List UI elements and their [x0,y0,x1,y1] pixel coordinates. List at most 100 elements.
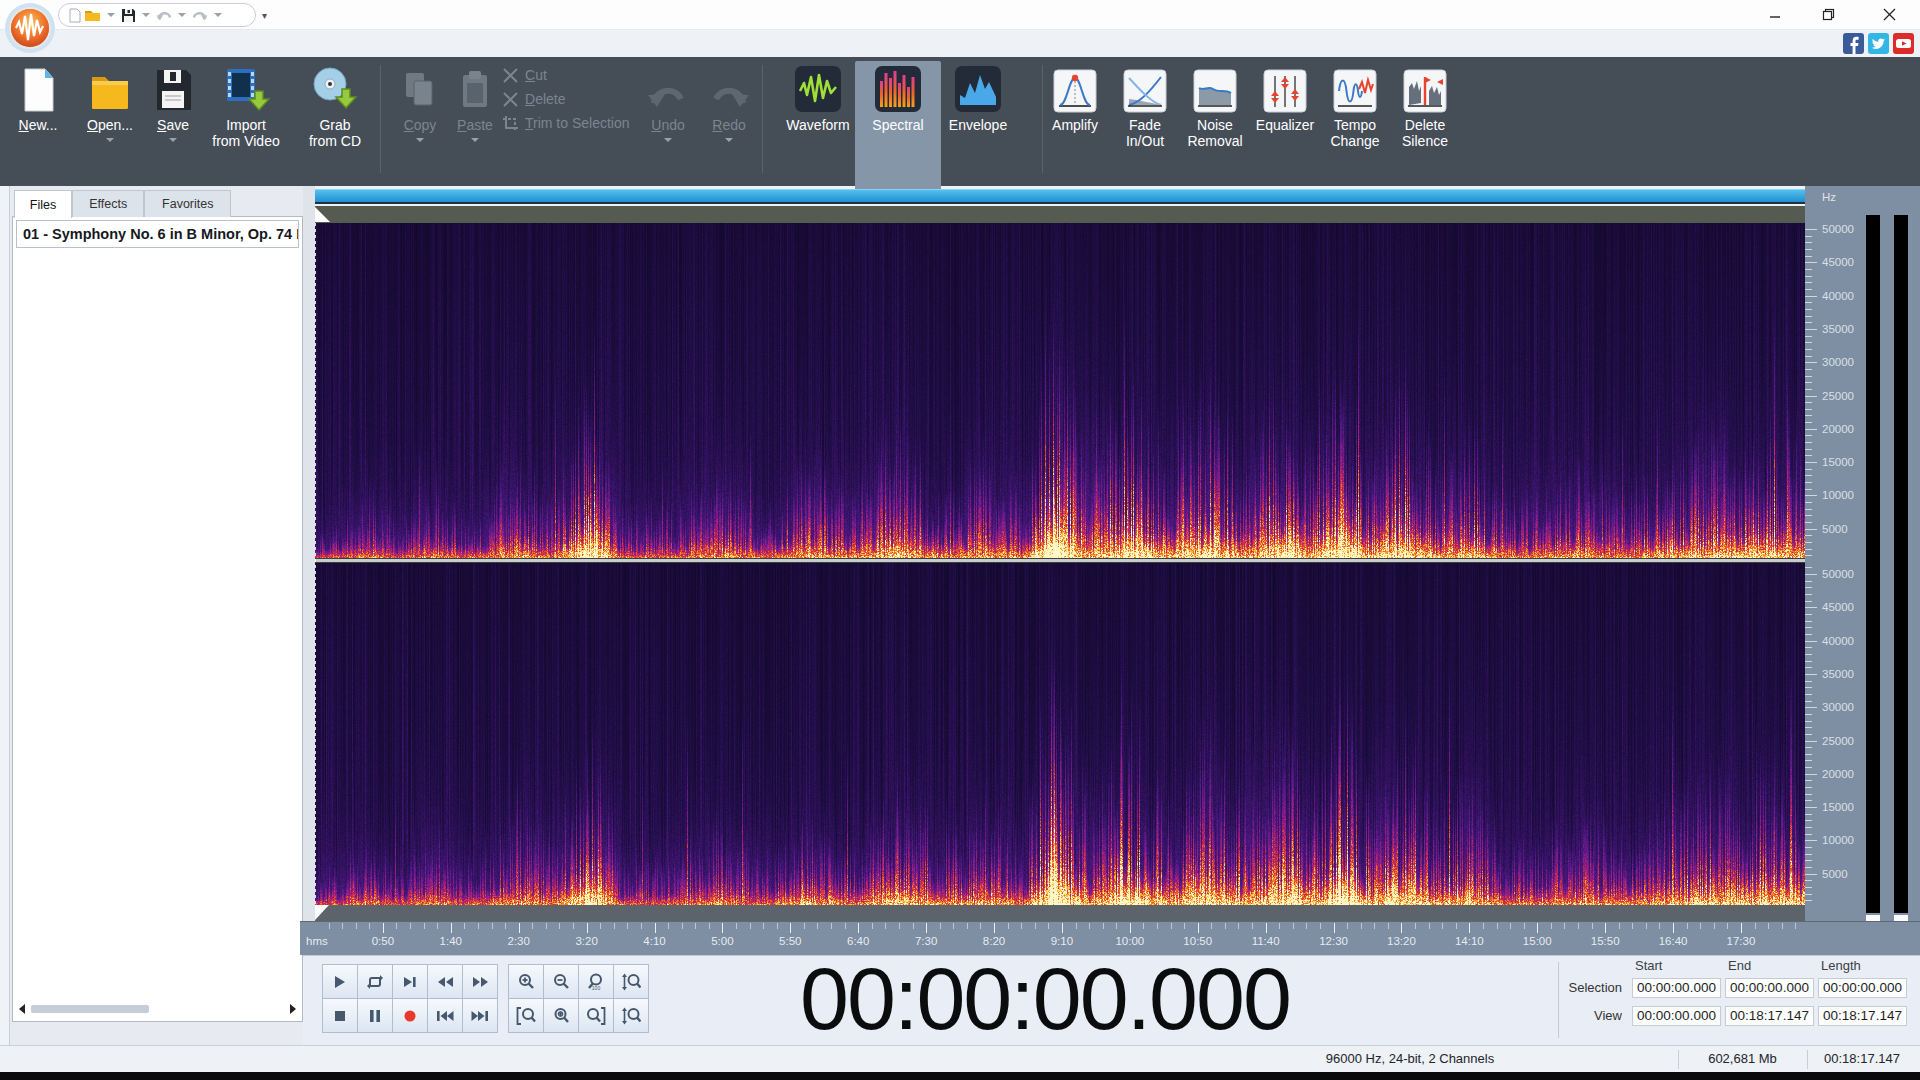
qat-open-small[interactable] [84,8,101,22]
ribbon-item-delete[interactable]: Delete [502,87,657,111]
ribbon-item-envelope[interactable]: Envelope [941,63,1015,133]
selection-value-selection-length[interactable]: 00:00:00.000 [1818,978,1907,998]
zoom-vertical-in-button[interactable] [614,965,648,998]
zoom-sel-end-button[interactable] [579,999,613,1032]
file-list[interactable]: 01 - Symphony No. 6 in B Minor, Op. 74 P… [12,216,303,1022]
zoom-vertical-out-button[interactable] [614,999,648,1032]
ribbon-item-save[interactable]: Save [148,63,198,142]
ruler-tick [817,923,818,929]
dropdown-caret-icon[interactable] [416,138,424,142]
rewind-button[interactable] [428,965,462,998]
ribbon-item-amplify[interactable]: Amplify [1044,63,1106,133]
selection-strip-top[interactable] [315,206,1805,223]
selection-value-selection-start[interactable]: 00:00:00.000 [1632,978,1721,998]
ribbon-item-waveform[interactable]: Waveform [781,63,855,133]
zoom-controls: 100 [508,964,649,1033]
selection-strip-bottom[interactable] [315,905,1805,921]
ruler-tick [1415,923,1416,929]
freq-tick [1805,701,1812,702]
sidebar-tab-files[interactable]: Files [14,190,72,218]
ruler-tick [641,923,642,929]
freq-tick [1805,834,1812,835]
play-next-button[interactable] [393,965,427,998]
ribbon-item-open-[interactable]: Open... [80,63,140,142]
ribbon-item-fade-in-out[interactable]: FadeIn/Out [1114,63,1176,149]
close-button[interactable] [1869,0,1909,29]
qat-redo-small[interactable] [192,9,208,22]
stop-button[interactable] [323,999,357,1032]
ruler-tick [1592,923,1593,929]
dropdown-caret-icon[interactable] [169,138,177,142]
forward-button[interactable] [463,965,497,998]
copy-icon [392,63,448,113]
selection-value-selection-end[interactable]: 00:00:00.000 [1725,978,1814,998]
zoom-all-button[interactable] [544,999,578,1032]
to-start-button[interactable] [428,999,462,1032]
twitter-icon[interactable] [1868,33,1889,54]
quick-access-customize-icon[interactable]: ▾ [262,10,267,21]
ribbon-item-spectral[interactable]: Spectral [861,63,935,133]
qat-caret-icon[interactable] [214,13,222,17]
ruler-tick [994,923,995,933]
pause-button[interactable] [358,999,392,1032]
scroll-left-icon[interactable] [19,1004,25,1014]
ruler-tick [546,923,547,929]
zoom-out-button[interactable] [544,965,578,998]
ruler-tick [858,923,859,933]
qat-caret-icon[interactable] [107,13,115,17]
qat-save-small[interactable] [121,8,136,23]
selection-value-view-start[interactable]: 00:00:00.000 [1632,1006,1721,1026]
ribbon-item-delete-silence[interactable]: DeleteSilence [1394,63,1456,149]
dropdown-caret-icon[interactable] [725,138,733,142]
qat-caret-icon[interactable] [178,13,186,17]
freq-tick [1805,574,1817,575]
maximize-button[interactable] [1808,0,1848,29]
ruler-tick [1374,923,1375,929]
ribbon-item-import-from-video[interactable]: Importfrom Video [202,63,290,149]
selection-start-marker-top[interactable] [315,207,330,222]
dropdown-caret-icon[interactable] [106,138,114,142]
qat-undo-small[interactable] [156,9,172,22]
dropdown-caret-icon[interactable] [664,138,672,142]
qat-caret-icon[interactable] [142,13,150,17]
ribbon-item-paste[interactable]: Paste [447,63,503,142]
ribbon-item-redo[interactable]: Redo [700,63,758,142]
spectrogram-channel-1[interactable] [315,223,1805,558]
waveform-horizontal-scrollbar[interactable] [315,189,1805,204]
zoom-sel-start-button[interactable] [509,999,543,1032]
scrollbar-thumb[interactable] [31,1005,149,1013]
youtube-icon[interactable] [1893,33,1914,54]
sidebar-tab-effects[interactable]: Effects [72,190,144,217]
record-button[interactable] [393,999,427,1032]
frequency-unit-label: Hz [1822,191,1836,203]
spectrogram-channel-2[interactable] [315,563,1805,905]
selection-start-marker-bottom[interactable] [315,905,329,920]
zoom-100-button[interactable]: 100 [579,965,613,998]
file-list-horizontal-scrollbar[interactable] [17,1001,298,1017]
zoom-in-button[interactable] [509,965,543,998]
ribbon-item-new-[interactable]: New... [8,63,68,133]
ruler-tick [1401,923,1402,933]
dropdown-caret-icon[interactable] [471,138,479,142]
minimize-button[interactable] [1755,0,1795,29]
file-list-item[interactable]: 01 - Symphony No. 6 in B Minor, Op. 74 P… [16,220,299,248]
facebook-icon[interactable] [1843,33,1864,54]
sidebar-tab-favorites[interactable]: Favorites [144,190,231,217]
time-display: 00:00:00.000 [745,948,1345,1050]
ribbon-item-tempo-change[interactable]: TempoChange [1324,63,1386,149]
selection-value-view-length[interactable]: 00:18:17.147 [1818,1006,1907,1026]
ribbon-item-trim-to-selection[interactable]: Trim to Selection [502,111,657,135]
ribbon-item-noise-removal[interactable]: NoiseRemoval [1184,63,1246,149]
ribbon-item-undo[interactable]: Undo [639,63,697,142]
ruler-tick [940,923,941,929]
qat-new-small[interactable] [69,8,81,23]
ribbon-item-copy[interactable]: Copy [392,63,448,142]
selection-value-view-end[interactable]: 00:18:17.147 [1725,1006,1814,1026]
ribbon-item-equalizer[interactable]: Equalizer [1254,63,1316,133]
to-end-button[interactable] [463,999,497,1032]
loop-button[interactable] [358,965,392,998]
play-button[interactable] [323,965,357,998]
scroll-right-icon[interactable] [290,1004,296,1014]
ribbon-item-grab-from-cd[interactable]: Grabfrom CD [293,63,377,149]
ribbon-item-cut[interactable]: Cut [502,63,657,87]
